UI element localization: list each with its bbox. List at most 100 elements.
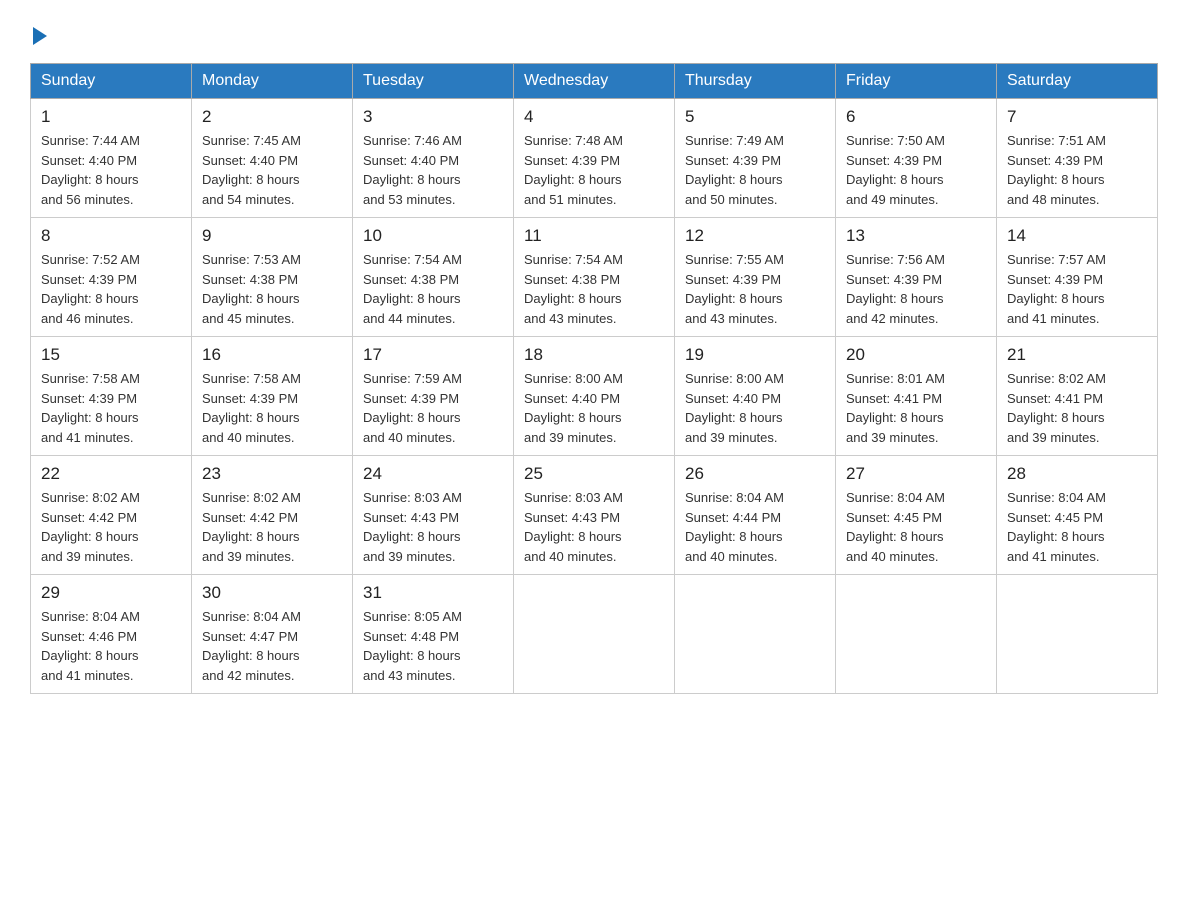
calendar-cell: 10 Sunrise: 7:54 AMSunset: 4:38 PMDaylig… — [353, 218, 514, 337]
day-number: 19 — [685, 345, 825, 365]
day-info: Sunrise: 8:00 AMSunset: 4:40 PMDaylight:… — [524, 369, 664, 447]
calendar-week-row: 8 Sunrise: 7:52 AMSunset: 4:39 PMDayligh… — [31, 218, 1158, 337]
day-number: 13 — [846, 226, 986, 246]
calendar-cell: 8 Sunrise: 7:52 AMSunset: 4:39 PMDayligh… — [31, 218, 192, 337]
day-of-week-header: Sunday — [31, 64, 192, 99]
day-of-week-header: Friday — [836, 64, 997, 99]
calendar-cell: 22 Sunrise: 8:02 AMSunset: 4:42 PMDaylig… — [31, 456, 192, 575]
day-of-week-header: Monday — [192, 64, 353, 99]
calendar-cell: 11 Sunrise: 7:54 AMSunset: 4:38 PMDaylig… — [514, 218, 675, 337]
day-number: 20 — [846, 345, 986, 365]
day-of-week-header: Saturday — [997, 64, 1158, 99]
day-info: Sunrise: 7:58 AMSunset: 4:39 PMDaylight:… — [41, 369, 181, 447]
page-header — [30, 20, 1158, 45]
calendar-cell — [514, 575, 675, 694]
day-info: Sunrise: 7:53 AMSunset: 4:38 PMDaylight:… — [202, 250, 342, 328]
day-info: Sunrise: 8:04 AMSunset: 4:45 PMDaylight:… — [1007, 488, 1147, 566]
calendar-cell: 19 Sunrise: 8:00 AMSunset: 4:40 PMDaylig… — [675, 337, 836, 456]
calendar-table: SundayMondayTuesdayWednesdayThursdayFrid… — [30, 63, 1158, 694]
calendar-cell: 6 Sunrise: 7:50 AMSunset: 4:39 PMDayligh… — [836, 99, 997, 218]
calendar-cell: 29 Sunrise: 8:04 AMSunset: 4:46 PMDaylig… — [31, 575, 192, 694]
calendar-cell: 25 Sunrise: 8:03 AMSunset: 4:43 PMDaylig… — [514, 456, 675, 575]
day-info: Sunrise: 7:57 AMSunset: 4:39 PMDaylight:… — [1007, 250, 1147, 328]
day-number: 23 — [202, 464, 342, 484]
calendar-cell: 27 Sunrise: 8:04 AMSunset: 4:45 PMDaylig… — [836, 456, 997, 575]
day-number: 14 — [1007, 226, 1147, 246]
calendar-cell: 15 Sunrise: 7:58 AMSunset: 4:39 PMDaylig… — [31, 337, 192, 456]
day-info: Sunrise: 7:55 AMSunset: 4:39 PMDaylight:… — [685, 250, 825, 328]
calendar-cell: 12 Sunrise: 7:55 AMSunset: 4:39 PMDaylig… — [675, 218, 836, 337]
calendar-cell: 14 Sunrise: 7:57 AMSunset: 4:39 PMDaylig… — [997, 218, 1158, 337]
calendar-cell: 9 Sunrise: 7:53 AMSunset: 4:38 PMDayligh… — [192, 218, 353, 337]
day-info: Sunrise: 8:03 AMSunset: 4:43 PMDaylight:… — [363, 488, 503, 566]
day-number: 29 — [41, 583, 181, 603]
day-info: Sunrise: 7:59 AMSunset: 4:39 PMDaylight:… — [363, 369, 503, 447]
day-number: 1 — [41, 107, 181, 127]
logo — [30, 25, 50, 45]
day-info: Sunrise: 8:04 AMSunset: 4:44 PMDaylight:… — [685, 488, 825, 566]
day-info: Sunrise: 7:54 AMSunset: 4:38 PMDaylight:… — [363, 250, 503, 328]
calendar-week-row: 22 Sunrise: 8:02 AMSunset: 4:42 PMDaylig… — [31, 456, 1158, 575]
calendar-cell: 5 Sunrise: 7:49 AMSunset: 4:39 PMDayligh… — [675, 99, 836, 218]
day-info: Sunrise: 7:51 AMSunset: 4:39 PMDaylight:… — [1007, 131, 1147, 209]
calendar-cell: 20 Sunrise: 8:01 AMSunset: 4:41 PMDaylig… — [836, 337, 997, 456]
day-number: 3 — [363, 107, 503, 127]
calendar-cell: 16 Sunrise: 7:58 AMSunset: 4:39 PMDaylig… — [192, 337, 353, 456]
calendar-cell — [836, 575, 997, 694]
day-info: Sunrise: 7:50 AMSunset: 4:39 PMDaylight:… — [846, 131, 986, 209]
calendar-week-row: 29 Sunrise: 8:04 AMSunset: 4:46 PMDaylig… — [31, 575, 1158, 694]
day-info: Sunrise: 8:04 AMSunset: 4:46 PMDaylight:… — [41, 607, 181, 685]
day-info: Sunrise: 8:04 AMSunset: 4:47 PMDaylight:… — [202, 607, 342, 685]
calendar-cell: 2 Sunrise: 7:45 AMSunset: 4:40 PMDayligh… — [192, 99, 353, 218]
calendar-cell: 3 Sunrise: 7:46 AMSunset: 4:40 PMDayligh… — [353, 99, 514, 218]
day-number: 21 — [1007, 345, 1147, 365]
logo-arrow-icon — [33, 27, 47, 45]
day-number: 10 — [363, 226, 503, 246]
calendar-cell: 17 Sunrise: 7:59 AMSunset: 4:39 PMDaylig… — [353, 337, 514, 456]
day-of-week-header: Tuesday — [353, 64, 514, 99]
day-of-week-header: Thursday — [675, 64, 836, 99]
calendar-week-row: 1 Sunrise: 7:44 AMSunset: 4:40 PMDayligh… — [31, 99, 1158, 218]
day-number: 2 — [202, 107, 342, 127]
day-info: Sunrise: 7:52 AMSunset: 4:39 PMDaylight:… — [41, 250, 181, 328]
day-info: Sunrise: 7:45 AMSunset: 4:40 PMDaylight:… — [202, 131, 342, 209]
calendar-cell — [997, 575, 1158, 694]
day-number: 9 — [202, 226, 342, 246]
calendar-cell: 1 Sunrise: 7:44 AMSunset: 4:40 PMDayligh… — [31, 99, 192, 218]
calendar-cell — [675, 575, 836, 694]
calendar-cell: 23 Sunrise: 8:02 AMSunset: 4:42 PMDaylig… — [192, 456, 353, 575]
day-of-week-header: Wednesday — [514, 64, 675, 99]
day-number: 15 — [41, 345, 181, 365]
day-info: Sunrise: 8:03 AMSunset: 4:43 PMDaylight:… — [524, 488, 664, 566]
day-number: 30 — [202, 583, 342, 603]
day-number: 27 — [846, 464, 986, 484]
calendar-cell: 28 Sunrise: 8:04 AMSunset: 4:45 PMDaylig… — [997, 456, 1158, 575]
calendar-cell: 13 Sunrise: 7:56 AMSunset: 4:39 PMDaylig… — [836, 218, 997, 337]
day-info: Sunrise: 8:01 AMSunset: 4:41 PMDaylight:… — [846, 369, 986, 447]
calendar-header-row: SundayMondayTuesdayWednesdayThursdayFrid… — [31, 64, 1158, 99]
day-number: 25 — [524, 464, 664, 484]
calendar-cell: 26 Sunrise: 8:04 AMSunset: 4:44 PMDaylig… — [675, 456, 836, 575]
calendar-cell: 24 Sunrise: 8:03 AMSunset: 4:43 PMDaylig… — [353, 456, 514, 575]
day-info: Sunrise: 7:48 AMSunset: 4:39 PMDaylight:… — [524, 131, 664, 209]
day-info: Sunrise: 8:02 AMSunset: 4:42 PMDaylight:… — [41, 488, 181, 566]
calendar-cell: 18 Sunrise: 8:00 AMSunset: 4:40 PMDaylig… — [514, 337, 675, 456]
day-number: 28 — [1007, 464, 1147, 484]
day-number: 31 — [363, 583, 503, 603]
day-number: 4 — [524, 107, 664, 127]
day-number: 18 — [524, 345, 664, 365]
day-number: 17 — [363, 345, 503, 365]
day-info: Sunrise: 7:44 AMSunset: 4:40 PMDaylight:… — [41, 131, 181, 209]
day-info: Sunrise: 7:54 AMSunset: 4:38 PMDaylight:… — [524, 250, 664, 328]
day-number: 26 — [685, 464, 825, 484]
calendar-cell: 30 Sunrise: 8:04 AMSunset: 4:47 PMDaylig… — [192, 575, 353, 694]
calendar-cell: 4 Sunrise: 7:48 AMSunset: 4:39 PMDayligh… — [514, 99, 675, 218]
calendar-cell: 21 Sunrise: 8:02 AMSunset: 4:41 PMDaylig… — [997, 337, 1158, 456]
day-info: Sunrise: 8:05 AMSunset: 4:48 PMDaylight:… — [363, 607, 503, 685]
day-number: 16 — [202, 345, 342, 365]
day-number: 6 — [846, 107, 986, 127]
day-number: 24 — [363, 464, 503, 484]
day-number: 7 — [1007, 107, 1147, 127]
day-info: Sunrise: 8:04 AMSunset: 4:45 PMDaylight:… — [846, 488, 986, 566]
day-info: Sunrise: 7:46 AMSunset: 4:40 PMDaylight:… — [363, 131, 503, 209]
